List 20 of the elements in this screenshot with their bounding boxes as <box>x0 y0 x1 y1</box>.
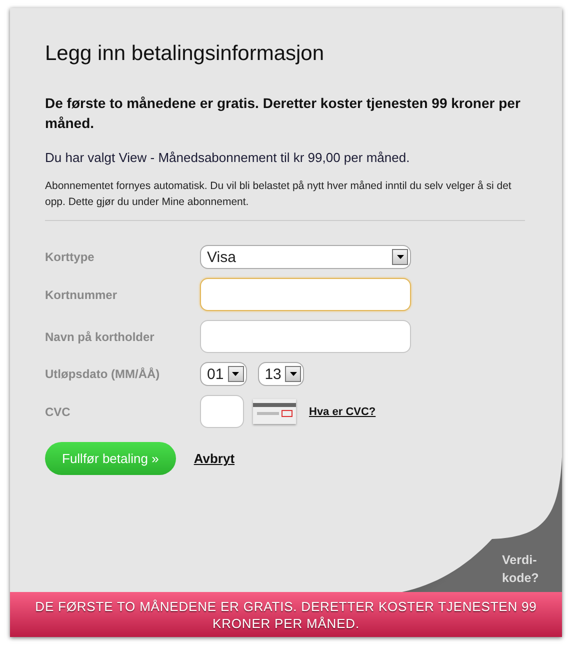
card-type-select[interactable]: Visa <box>200 245 411 269</box>
field-label: CVC <box>45 404 72 418</box>
promo-banner: DE FØRSTE TO MÅNEDENE ER GRATIS. DERETTER KOSTER TJENESTEN 99 KRONER PER MÅNED. <box>10 592 562 637</box>
input-field[interactable] <box>200 278 411 311</box>
subscription-text: Du har valgt View - Månedsabonnement til kr 99,00 per måned. <box>45 150 411 165</box>
value-code-link[interactable]: Verdi-kode? <box>502 551 546 587</box>
input-field[interactable] <box>200 320 411 353</box>
date-select[interactable]: 13 <box>258 362 304 386</box>
offer-text: De første to månedene er gratis. Deretter koster tjenesten 99 kroner per måned. <box>45 94 522 133</box>
card-back-icon <box>253 399 296 424</box>
page-title: Legg inn betalingsinformasjon <box>45 42 326 66</box>
field-label: Korttype <box>45 250 96 264</box>
cancel-link[interactable]: Avbryt <box>194 451 235 466</box>
cvc-field[interactable] <box>200 395 244 428</box>
field-label: Utløpsdato (MM/ÅÅ) <box>45 367 161 381</box>
date-select[interactable]: 01 <box>200 362 247 386</box>
renewal-note: Abonnementet fornyes automatisk. Du vil bli belastet på nytt hver måned inntil du selv velger å si det opp. Dette gjør du under Mine abonnement. <box>45 179 512 210</box>
field-label: Navn på kortholder <box>45 330 156 344</box>
field-label: Kortnummer <box>45 288 118 302</box>
cvc-help-link[interactable]: Hva er CVC? <box>309 406 376 418</box>
